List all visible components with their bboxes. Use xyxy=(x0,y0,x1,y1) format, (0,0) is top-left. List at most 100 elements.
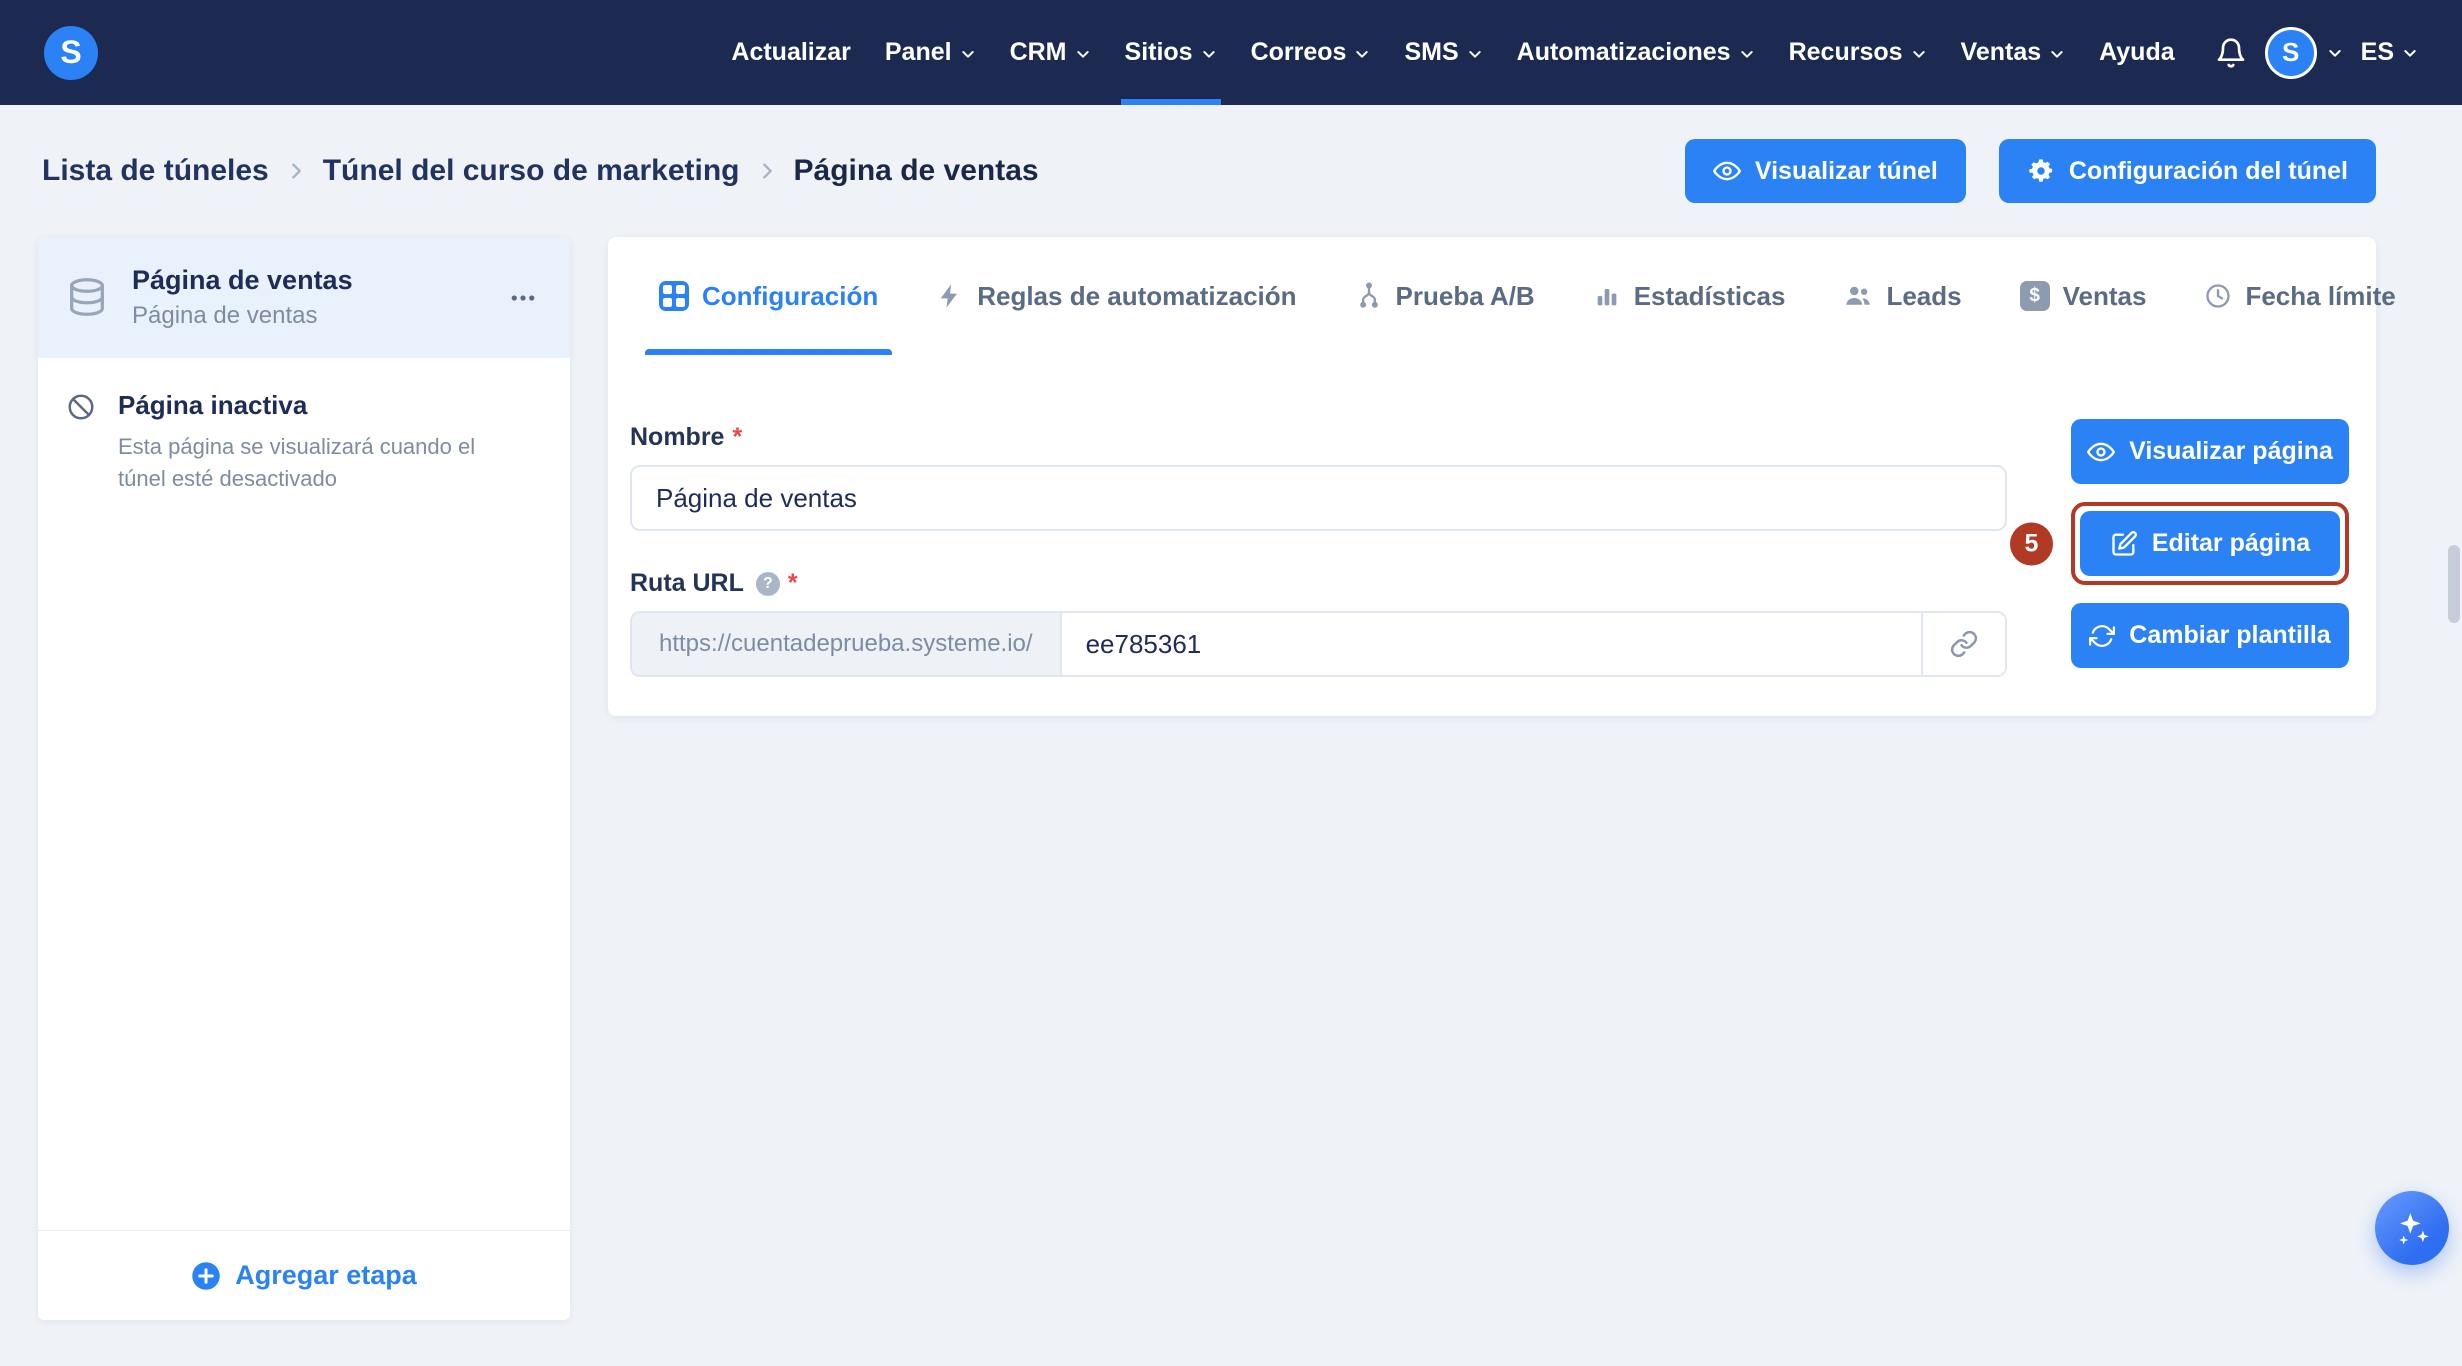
plus-circle-icon xyxy=(191,1261,221,1291)
nav-item-recursos[interactable]: Recursos xyxy=(1789,0,1927,105)
chevron-down-icon xyxy=(2402,45,2418,61)
page-name-input[interactable] xyxy=(630,465,2007,531)
annotation-step-badge: 5 xyxy=(2010,522,2053,565)
preview-funnel-button[interactable]: Visualizar túnel xyxy=(1684,139,1966,203)
help-icon[interactable]: ? xyxy=(755,571,780,596)
tab-label: Configuración xyxy=(702,280,879,311)
nav-item-panel[interactable]: Panel xyxy=(885,0,976,105)
chevron-down-icon xyxy=(960,46,976,62)
tab-label: Estadísticas xyxy=(1633,280,1786,311)
nav-label: Panel xyxy=(884,38,952,66)
sparkles-icon xyxy=(2392,1208,2432,1248)
top-navbar: S Actualizar Panel CRM Sitios Correos SM… xyxy=(0,0,2462,105)
url-label-text: Ruta URL xyxy=(630,569,744,597)
bell-icon[interactable] xyxy=(2215,37,2247,69)
preview-page-label: Visualizar página xyxy=(2129,437,2333,465)
language-label: ES xyxy=(2360,38,2394,66)
clock-icon xyxy=(2204,282,2232,310)
avatar: S xyxy=(2264,26,2317,79)
chevron-right-icon xyxy=(285,160,307,182)
split-test-icon xyxy=(1355,282,1383,310)
nav-item-actualizar[interactable]: Actualizar xyxy=(731,0,850,105)
inactive-title: Página inactiva xyxy=(118,390,308,420)
chevron-down-icon xyxy=(2049,46,2065,62)
chevron-down-icon xyxy=(1354,46,1370,62)
inactive-page-notice: Página inactiva Esta página se visualiza… xyxy=(38,358,570,527)
nav-label: Recursos xyxy=(1788,38,1903,66)
people-icon xyxy=(1843,281,1873,311)
tab-ventas[interactable]: $ Ventas xyxy=(2006,237,2161,355)
edit-page-button[interactable]: Editar página xyxy=(2080,511,2340,576)
breadcrumb-current-page: Página de ventas xyxy=(793,154,1039,187)
tab-leads[interactable]: Leads xyxy=(1829,237,1975,355)
tab-reglas-automatizacion[interactable]: Reglas de automatización xyxy=(922,237,1310,355)
header-actions: Visualizar túnel Configuración del túnel xyxy=(1684,139,2376,203)
app-logo[interactable]: S xyxy=(44,25,98,80)
settings-grid-icon xyxy=(659,281,689,311)
dollar-icon: $ xyxy=(2019,281,2050,311)
change-template-button[interactable]: Cambiar plantilla xyxy=(2071,603,2349,668)
nav-item-ventas[interactable]: Ventas xyxy=(1961,0,2066,105)
chevron-down-icon xyxy=(1739,46,1755,62)
breadcrumb-funnel-name[interactable]: Túnel del curso de marketing xyxy=(323,154,740,188)
page-header: Lista de túneles Túnel del curso de mark… xyxy=(42,105,2376,237)
chevron-down-icon xyxy=(1201,46,1217,62)
annotation-highlight-ring: 5 Editar página xyxy=(2010,502,2349,585)
change-template-label: Cambiar plantilla xyxy=(2129,621,2331,649)
funnel-settings-label: Configuración del túnel xyxy=(2068,156,2348,185)
edit-page-label: Editar página xyxy=(2151,529,2311,557)
eye-icon xyxy=(2087,438,2116,466)
funnel-settings-button[interactable]: Configuración del túnel xyxy=(1998,139,2376,203)
tab-prueba-ab[interactable]: Prueba A/B xyxy=(1341,237,1549,355)
tab-configuracion[interactable]: Configuración xyxy=(645,237,893,355)
tab-fecha-limite[interactable]: Fecha límite xyxy=(2190,237,2409,355)
link-icon[interactable] xyxy=(1921,613,2005,675)
nav-label: Correos xyxy=(1250,38,1347,66)
tab-label: Reglas de automatización xyxy=(977,280,1297,311)
nav-item-sitios[interactable]: Sitios xyxy=(1120,0,1221,105)
nav-label: Ventas xyxy=(1960,38,2042,66)
nav-label: Ayuda xyxy=(2099,38,2175,66)
nav-item-crm[interactable]: CRM xyxy=(1010,0,1091,105)
logo-letter: S xyxy=(60,34,82,70)
url-prefix: https://cuentadeprueba.systeme.io/ xyxy=(632,613,1062,675)
assistant-fab[interactable] xyxy=(2375,1191,2449,1265)
add-step-button[interactable]: Agregar etapa xyxy=(38,1230,570,1320)
nav-item-sms[interactable]: SMS xyxy=(1404,0,1482,105)
chevron-down-icon xyxy=(2327,45,2343,61)
page-settings-card: Configuración Reglas de automatización P… xyxy=(608,237,2396,716)
preview-funnel-label: Visualizar túnel xyxy=(1754,156,1938,185)
page-action-buttons: Visualizar página 5 Editar página Cambia… xyxy=(2010,419,2349,668)
url-input-group: https://cuentadeprueba.systeme.io/ xyxy=(630,611,2007,677)
chevron-down-icon xyxy=(1075,46,1091,62)
lightning-icon xyxy=(936,282,964,310)
chevron-right-icon xyxy=(756,160,778,182)
nav-item-automatizaciones[interactable]: Automatizaciones xyxy=(1517,0,1755,105)
breadcrumb-funnel-list[interactable]: Lista de túneles xyxy=(42,154,269,188)
tab-label: Ventas xyxy=(2062,280,2147,311)
account-menu[interactable]: S xyxy=(2264,26,2343,79)
required-asterisk: * xyxy=(732,423,743,451)
nav-label: CRM xyxy=(1009,38,1067,66)
nav-label: Sitios xyxy=(1124,38,1193,66)
nav-item-correos[interactable]: Correos xyxy=(1251,0,1371,105)
nav-item-ayuda[interactable]: Ayuda xyxy=(2099,0,2174,105)
step-subtitle: Página de ventas xyxy=(132,302,318,329)
step-text: Página de ventas Página de ventas xyxy=(132,265,353,330)
url-path-input[interactable] xyxy=(1061,613,1921,675)
preview-page-button[interactable]: Visualizar página xyxy=(2071,419,2349,484)
tab-estadisticas[interactable]: Estadísticas xyxy=(1579,237,1800,355)
language-selector[interactable]: ES xyxy=(2361,38,2418,67)
refresh-icon xyxy=(2089,623,2116,649)
kebab-menu-icon[interactable] xyxy=(502,277,544,319)
add-step-label: Agregar etapa xyxy=(235,1260,417,1290)
funnel-step-sales-page[interactable]: Página de ventas Página de ventas xyxy=(38,237,570,358)
nav-label: Automatizaciones xyxy=(1516,38,1731,66)
funnel-steps-sidebar: Página de ventas Página de ventas Página… xyxy=(38,237,570,1320)
required-asterisk: * xyxy=(787,569,798,597)
chevron-down-icon xyxy=(1467,46,1483,62)
tab-label: Fecha límite xyxy=(2245,280,2396,311)
vertical-scrollbar-thumb[interactable] xyxy=(2448,545,2460,623)
nav-right: S ES xyxy=(2215,26,2418,79)
inactive-text: Página inactiva Esta página se visualiza… xyxy=(118,390,503,495)
